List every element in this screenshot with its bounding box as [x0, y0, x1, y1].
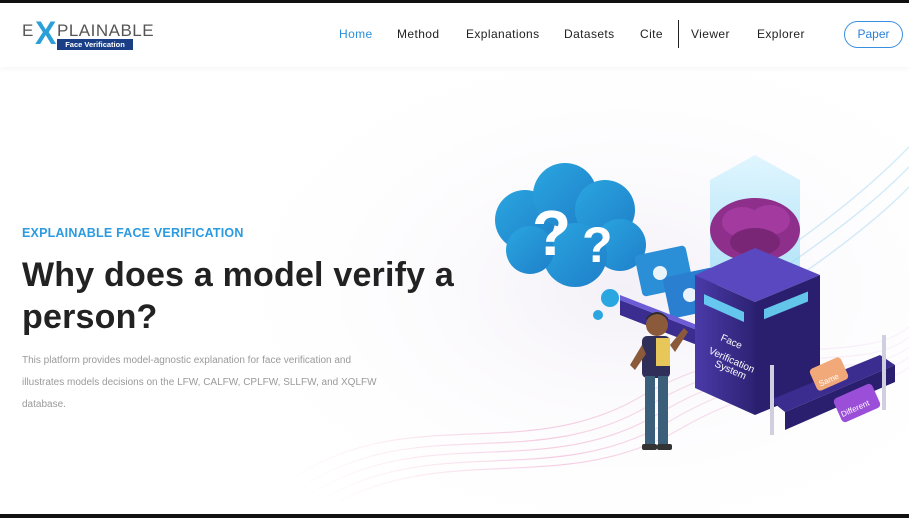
face-verification-illustration: ? ? Face Verification System Same Differ…	[495, 155, 895, 450]
verification-machine-icon	[695, 155, 820, 415]
hero-illustration: ? ? Face Verification System Same Differ…	[470, 150, 909, 490]
nav-explanations[interactable]: Explanations	[466, 27, 540, 41]
nav-divider	[678, 20, 679, 48]
hero-description: This platform provides model-agnostic ex…	[22, 355, 377, 410]
nav-cite[interactable]: Cite	[640, 27, 663, 41]
logo-subtitle: Face Verification	[57, 39, 133, 50]
logo-word: PLAINABLE	[57, 21, 155, 40]
logo-letter-x: X	[35, 15, 57, 51]
nav-datasets[interactable]: Datasets	[564, 27, 615, 41]
svg-text:?: ?	[582, 217, 613, 273]
hero-eyebrow: EXPLAINABLE FACE VERIFICATION	[22, 226, 244, 240]
svg-text:?: ?	[532, 197, 571, 269]
logo[interactable]: E X PLAINABLE Face Verification	[22, 15, 154, 51]
paper-button[interactable]: Paper	[844, 21, 903, 48]
bottom-border	[0, 514, 909, 518]
nav-viewer[interactable]: Viewer	[691, 27, 730, 41]
nav-explorer[interactable]: Explorer	[757, 27, 805, 41]
hero-title: Why does a model verify a person?	[22, 256, 455, 336]
logo-letter-e: E	[22, 21, 34, 40]
nav-home[interactable]: Home	[339, 27, 373, 41]
site-header: E X PLAINABLE Face Verification Home Met…	[0, 3, 909, 67]
nav-method[interactable]: Method	[397, 27, 439, 41]
